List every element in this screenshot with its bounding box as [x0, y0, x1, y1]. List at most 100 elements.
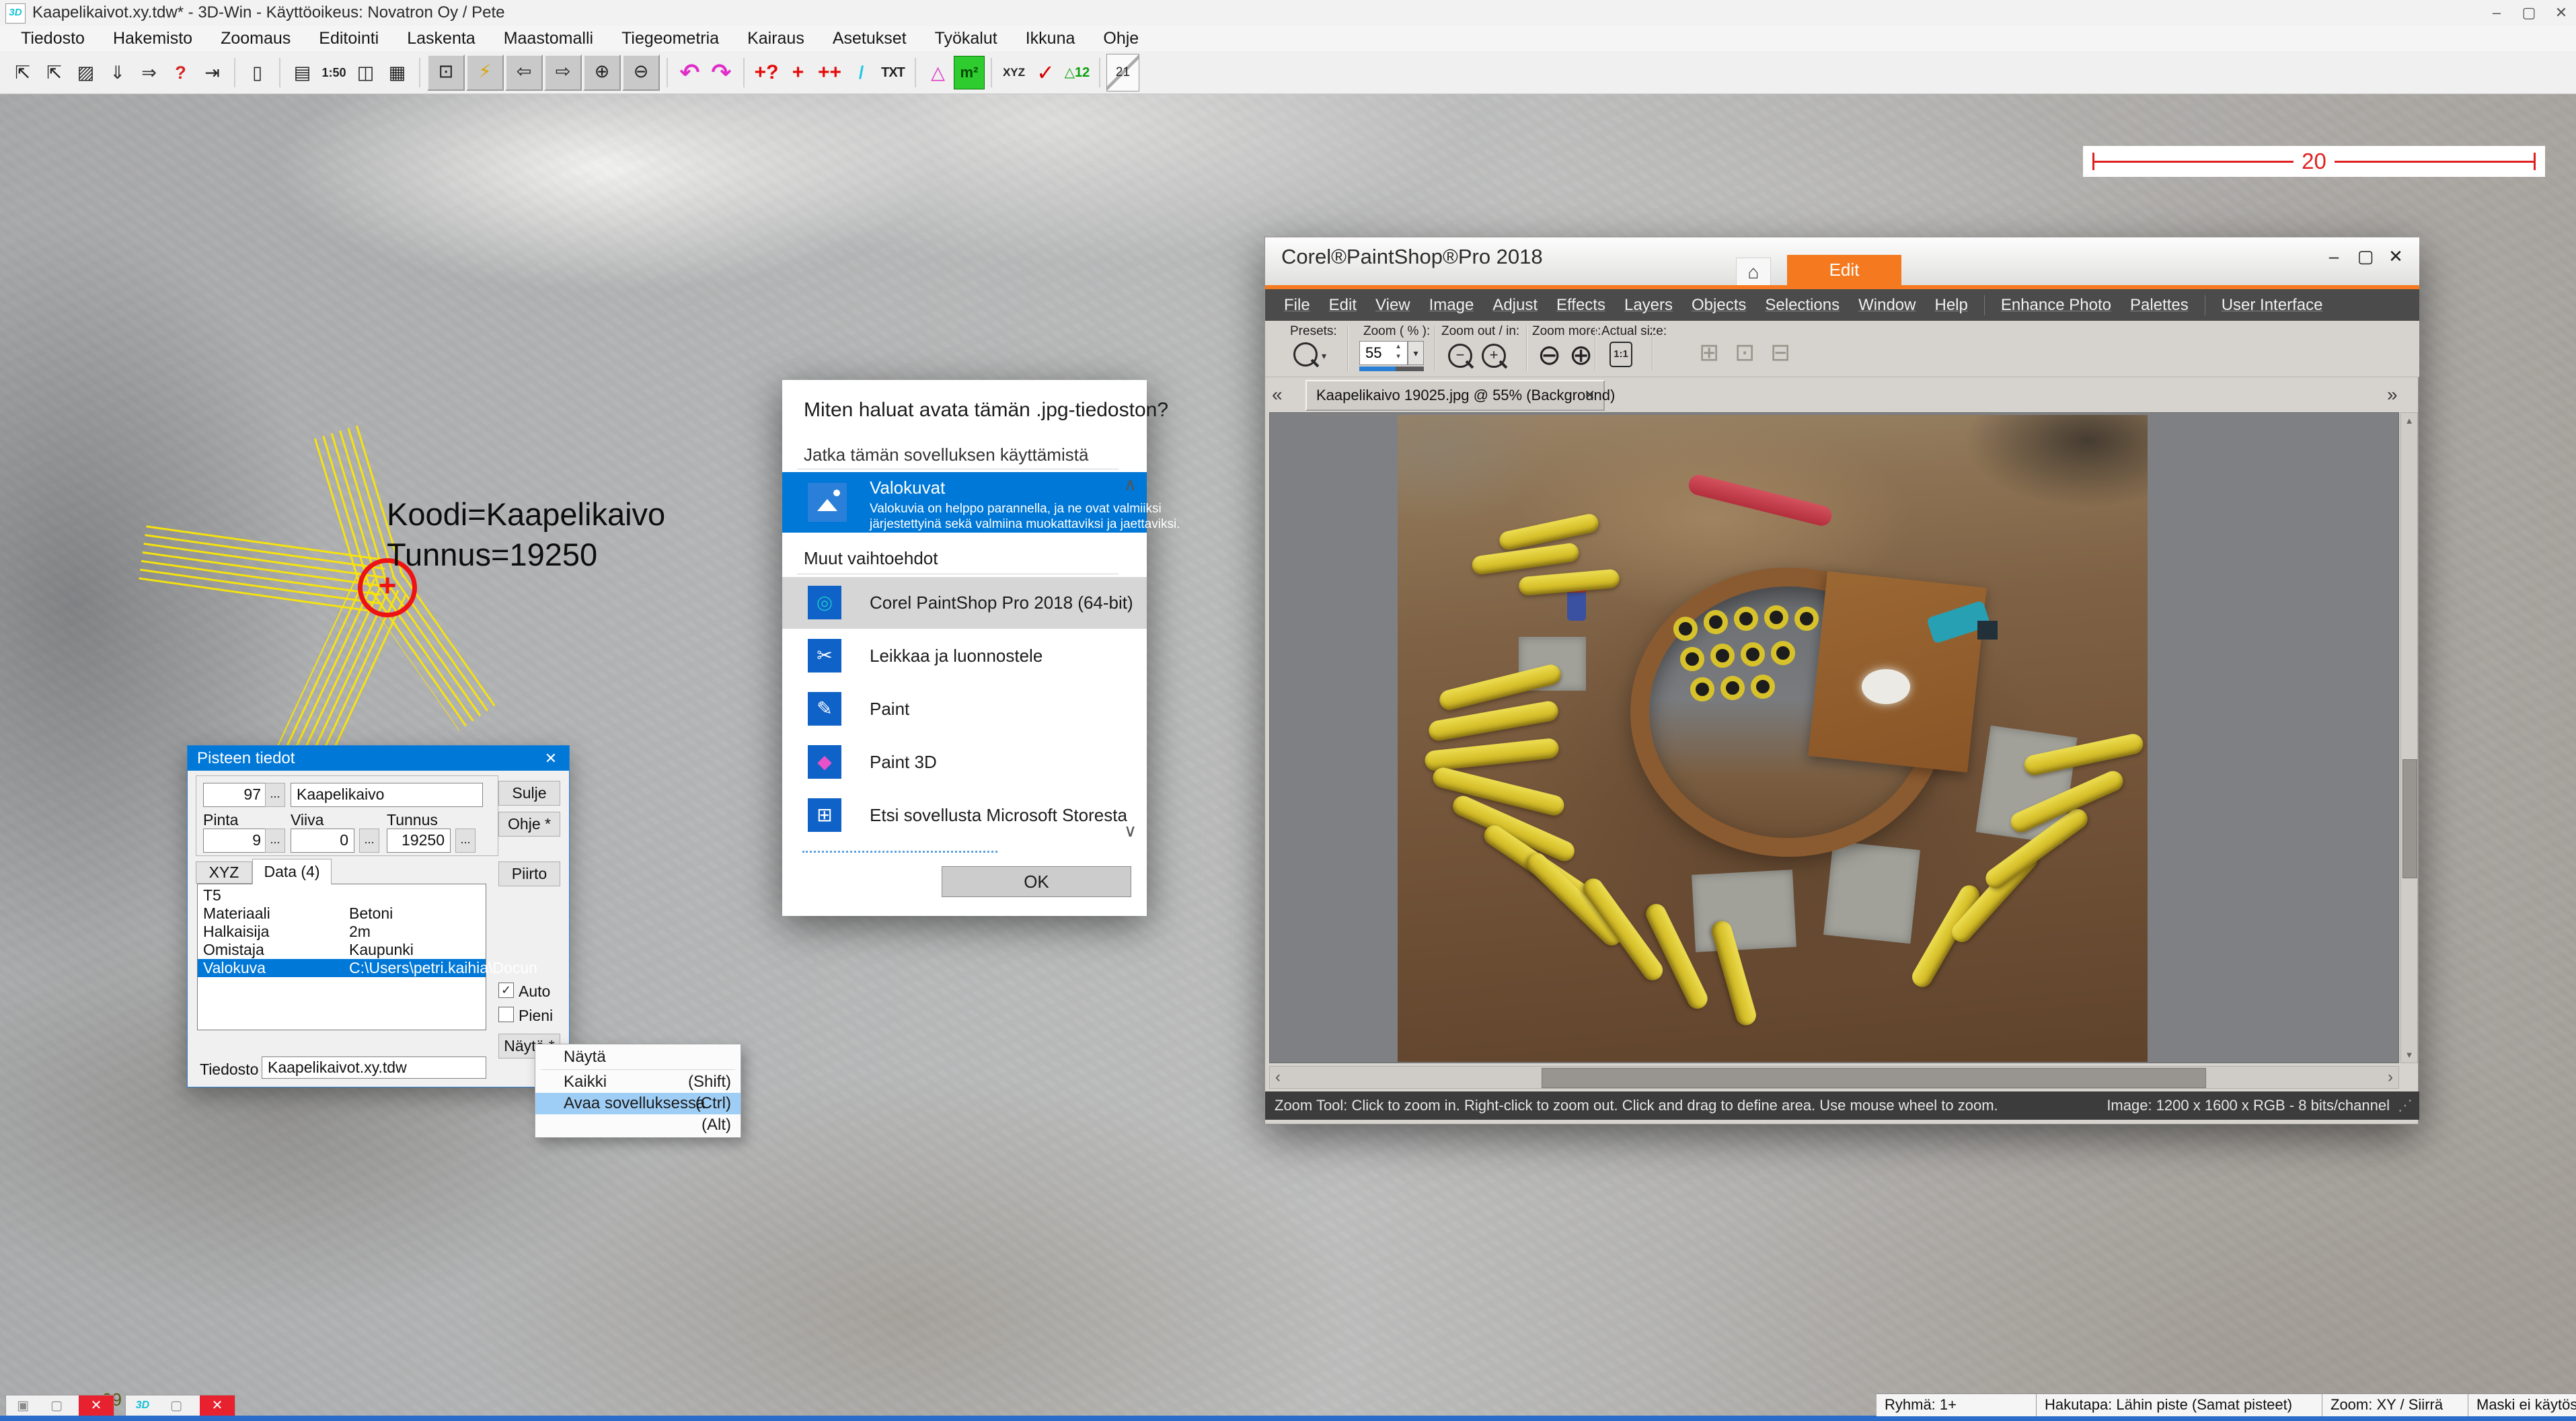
screen-left-icon[interactable]: ⇦ — [505, 54, 543, 91]
image-canvas[interactable] — [1269, 412, 2399, 1063]
save-file-icon[interactable]: ⇓ — [102, 54, 133, 91]
zoom-more-in-icon[interactable]: ⊕ — [1569, 341, 1593, 369]
fit-window-icon[interactable]: ⊡ — [1735, 338, 1755, 367]
file-query-icon[interactable]: ? — [165, 54, 196, 91]
menu-view[interactable]: View — [1366, 296, 1420, 315]
menu-asetukset[interactable]: Asetukset — [819, 26, 921, 51]
scale-icon[interactable]: 1:50 — [318, 54, 350, 91]
auto-checkbox[interactable]: ✓ — [498, 983, 514, 998]
import-file-icon[interactable]: ⇱ — [7, 54, 38, 91]
redo-icon[interactable]: ↷ — [706, 54, 737, 91]
chevron-down-icon[interactable]: ∨ — [1124, 820, 1137, 841]
chevron-up-icon[interactable]: ∧ — [1124, 474, 1137, 495]
menu-user-interface[interactable]: User Interface — [2212, 296, 2333, 315]
text-icon[interactable]: TXT — [877, 54, 909, 91]
check-points-icon[interactable]: ✓ — [1030, 54, 1061, 91]
menu-palettes[interactable]: Palettes — [2121, 296, 2198, 315]
attribute-list[interactable]: T5 Materiaali Betoni Halkaisija 2m Omist… — [197, 884, 486, 1030]
zoom-out-icon[interactable]: ⊖ — [622, 54, 660, 91]
fit-image-icon[interactable]: ⊞ — [1699, 338, 1719, 367]
angle-calc-icon[interactable]: △ — [922, 54, 954, 91]
menu-tiedosto[interactable]: Tiedosto — [7, 26, 99, 51]
app-option-paint[interactable]: ✎ Paint — [782, 683, 1147, 735]
pinta-browse-button[interactable]: ... — [265, 829, 285, 853]
maximize-button[interactable]: ▢ — [2514, 0, 2544, 26]
scroll-left-icon[interactable]: ‹ — [1275, 1067, 1281, 1088]
zoom-out-icon[interactable]: − — [1448, 344, 1472, 368]
ctx-alt[interactable]: (Alt) — [535, 1114, 741, 1136]
menu-kairaus[interactable]: Kairaus — [733, 26, 819, 51]
file-forward-icon[interactable]: ⇥ — [196, 54, 228, 91]
list-item[interactable]: T5 — [198, 886, 486, 905]
list-item[interactable]: Halkaisija 2m — [198, 923, 486, 941]
triangle-model-icon[interactable]: △12 — [1061, 54, 1093, 91]
pinta-field[interactable]: 9 — [203, 829, 267, 853]
ohje-button[interactable]: Ohje * — [498, 812, 560, 837]
menu-adjust[interactable]: Adjust — [1483, 296, 1547, 315]
menu-file[interactable]: File — [1275, 296, 1320, 315]
zoom-spinner[interactable]: ▴ ▾ — [1390, 342, 1406, 364]
spin-up-icon[interactable]: ▴ — [1390, 342, 1406, 352]
menu-ikkuna[interactable]: Ikkuna — [1012, 26, 1090, 51]
zoom-fit-icon[interactable]: ⊡ — [427, 54, 465, 91]
scroll-up-icon[interactable]: ▲ — [2401, 416, 2417, 426]
home-tab[interactable]: ⌂ — [1736, 258, 1771, 285]
close-button[interactable]: ✕ — [2546, 0, 2576, 26]
read-hatch-icon[interactable]: ▨ — [70, 54, 102, 91]
menu-tiegeometria[interactable]: Tiegeometria — [607, 26, 733, 51]
ctx-avaa-sovelluksessa[interactable]: Avaa sovelluksessa (Ctrl) — [535, 1093, 741, 1114]
minimized-window-bar[interactable]: ▣ ▢ ✕ — [5, 1395, 114, 1416]
menu-tyokalut[interactable]: Työkalut — [921, 26, 1012, 51]
zoom-in-icon[interactable]: ⊕ — [583, 54, 621, 91]
tunnus-field[interactable]: 19250 — [387, 829, 451, 853]
horizontal-scroll-thumb[interactable] — [1542, 1068, 2206, 1088]
menu-effects[interactable]: Effects — [1547, 296, 1615, 315]
zoom-prev-icon[interactable]: ⚡ — [466, 54, 504, 91]
dialog-titlebar[interactable]: Pisteen tiedot — [188, 746, 569, 771]
tiedosto-field[interactable]: Kaapelikaivot.xy.tdw — [262, 1057, 486, 1079]
code-name-field[interactable]: Kaapelikaivo — [291, 783, 483, 807]
menu-window[interactable]: Window — [1849, 296, 1925, 315]
list-item-selected[interactable]: Valokuva C:\Users\petri.kaihia\Docun — [198, 959, 486, 977]
maximize-button[interactable]: ▢ — [2351, 243, 2380, 270]
tab-scroll-right-icon[interactable]: » — [2387, 384, 2398, 406]
tunnus-browse-button[interactable]: ... — [455, 829, 476, 853]
edit-tab[interactable]: Edit — [1787, 255, 1901, 285]
code-browse-button[interactable]: ... — [265, 783, 285, 807]
list-item[interactable]: Materiaali Betoni — [198, 905, 486, 923]
zoom-more-out-icon[interactable]: ⊖ — [1538, 341, 1561, 369]
close-window-button[interactable]: ✕ — [79, 1395, 114, 1416]
zoom-dropdown-button[interactable]: ▾ — [1408, 341, 1424, 365]
menu-laskenta[interactable]: Laskenta — [393, 26, 489, 51]
fit-both-icon[interactable]: ⊟ — [1770, 338, 1790, 367]
sulje-button[interactable]: Sulje — [498, 781, 560, 806]
menu-image[interactable]: Image — [1420, 296, 1484, 315]
xyz-icon[interactable]: XYZ — [998, 54, 1030, 91]
app-option-corel[interactable]: ◎ Corel PaintShop Pro 2018 (64-bit) — [782, 577, 1147, 629]
undo-icon[interactable]: ↶ — [674, 54, 706, 91]
horizontal-scrollbar[interactable]: ‹ › — [1269, 1066, 2399, 1089]
piirto-button[interactable]: Piirto — [498, 861, 560, 886]
zoom-in-icon[interactable]: + — [1482, 344, 1506, 368]
presets-dropdown-icon[interactable]: ▾ — [1322, 350, 1326, 362]
close-window-button[interactable]: ✕ — [200, 1395, 235, 1416]
minimize-button[interactable]: – — [2482, 0, 2511, 26]
app-option-snip[interactable]: ✂ Leikkaa ja luonnostele — [782, 630, 1147, 682]
import-file-2-icon[interactable]: ⇱ — [38, 54, 70, 91]
export-file-icon[interactable]: ⇒ — [133, 54, 165, 91]
menu-layers[interactable]: Layers — [1615, 296, 1682, 315]
minimized-window-bar[interactable]: 3D ▢ ✕ — [125, 1395, 235, 1416]
menu-maastomalli[interactable]: Maastomalli — [490, 26, 607, 51]
ctx-kaikki[interactable]: Kaikki (Shift) — [535, 1071, 741, 1093]
ctx-nayta[interactable]: Näytä — [535, 1046, 741, 1068]
line-edit-icon[interactable]: / — [845, 54, 877, 91]
menu-selections[interactable]: Selections — [1755, 296, 1849, 315]
area-icon[interactable]: m² — [954, 56, 985, 89]
pieni-checkbox[interactable] — [498, 1007, 514, 1022]
menu-ohje[interactable]: Ohje — [1089, 26, 1153, 51]
screen-right-icon[interactable]: ⇨ — [544, 54, 582, 91]
viiva-browse-button[interactable]: ... — [359, 829, 379, 853]
menu-edit[interactable]: Edit — [1320, 296, 1366, 315]
zoom-presets-icon[interactable] — [1293, 342, 1318, 367]
tab-scroll-left-icon[interactable]: « — [1272, 384, 1283, 406]
